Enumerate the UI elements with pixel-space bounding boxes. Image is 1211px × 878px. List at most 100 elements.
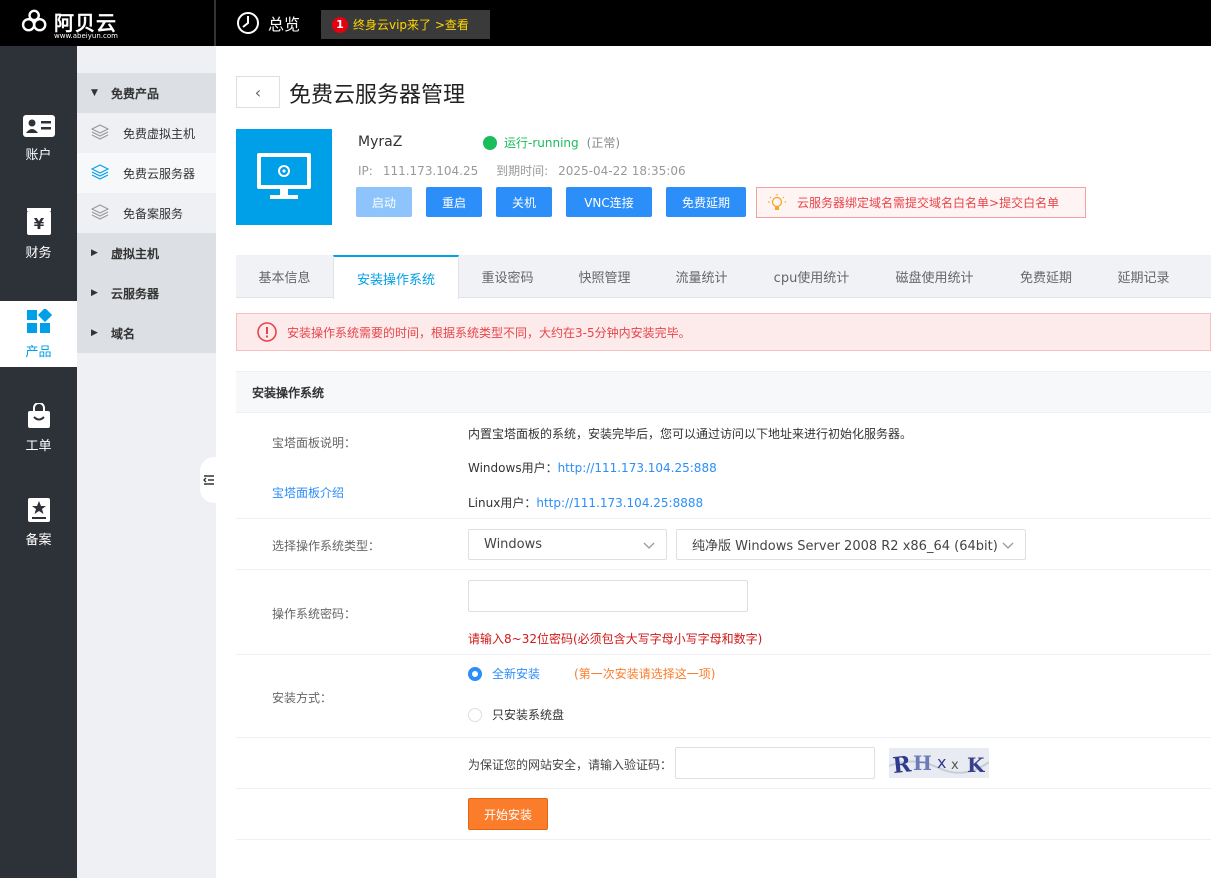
windows-url-line: Windows用户：http://111.173.104.25:888 [468, 459, 717, 476]
subnav-no-record-service[interactable]: 免备案服务 [77, 193, 216, 233]
dashboard-clock-icon [237, 12, 259, 34]
main-sidebar: 账户 ¥ 财务 产品 工单 备案 [0, 46, 77, 878]
start-install-button[interactable]: 开始安装 [468, 798, 548, 830]
promo-text: 终身云vip来了 >查看 [353, 18, 469, 32]
svg-text:x: x [937, 753, 946, 772]
subnav-cloud-server-label: 云服务器 [111, 286, 160, 301]
vip-promo-banner[interactable]: 1 终身云vip来了 >查看 [321, 10, 490, 39]
vnc-button[interactable]: VNC连接 [566, 187, 652, 217]
ip-label: IP: [358, 164, 373, 178]
windows-url-link[interactable]: http://111.173.104.25:888 [558, 461, 717, 475]
nav-finance[interactable]: ¥ 财务 [0, 201, 77, 267]
radio-system-disk-only[interactable]: 只安装系统盘 [468, 706, 564, 723]
product-grid-icon [26, 308, 52, 333]
subnav-free-products-label: 免费产品 [111, 86, 160, 101]
tab-disk-stats[interactable]: 磁盘使用统计 [873, 255, 996, 298]
brand-logo[interactable]: 阿贝云 www.abeiyun.com [20, 7, 130, 41]
svg-text:R: R [891, 751, 913, 778]
finance-yen-icon: ¥ [26, 207, 51, 235]
layers-icon [90, 203, 123, 223]
chevron-down-icon [1002, 542, 1014, 549]
full-install-note: (第一次安装请选择这一项) [574, 667, 716, 681]
nav-product-label: 产品 [25, 344, 52, 360]
server-info-line: IP: 111.173.104.25 到期时间: 2025-04-22 18:35:… [358, 162, 696, 179]
status-text: 运行-running [504, 136, 579, 150]
captcha-image[interactable]: R H x x K [888, 748, 990, 779]
subnav-free-cloud-server-label: 免费云服务器 [123, 166, 196, 181]
os-version-value: 纯净版 Windows Server 2008 R2 x86_64 (64bit… [692, 539, 997, 554]
tab-basic-info[interactable]: 基本信息 [236, 255, 333, 298]
tab-cpu-stats[interactable]: cpu使用统计 [750, 255, 873, 298]
subnav-vhost[interactable]: ▶ 虚拟主机 [77, 233, 216, 273]
ticket-bag-icon [27, 402, 50, 428]
tab-traffic-stats[interactable]: 流量统计 [653, 255, 750, 298]
radio-checked-icon [468, 666, 482, 681]
panel-info-row: 宝塔面板说明： 宝塔面板介绍 内置宝塔面板的系统，安装完毕后，您可以通过访问以下… [236, 413, 1211, 519]
lightbulb-icon [768, 193, 786, 210]
svg-text:H: H [913, 751, 932, 775]
os-password-input[interactable] [468, 580, 748, 612]
svg-text:¥: ¥ [33, 215, 44, 233]
nav-record[interactable]: 备案 [0, 489, 77, 555]
linux-url-link[interactable]: http://111.173.104.25:8888 [536, 496, 703, 510]
panel-intro-link[interactable]: 宝塔面板介绍 [272, 484, 344, 501]
os-type-label: 选择操作系统类型： [272, 539, 381, 553]
password-hint: 请输入8~32位密码(必须包含大写字母小写字母和数字) [468, 632, 763, 646]
nav-account-label: 账户 [25, 147, 52, 163]
windows-user-label: Windows用户： [468, 461, 558, 475]
tab-snapshots[interactable]: 快照管理 [556, 255, 653, 298]
overview-link[interactable]: 总览 [236, 10, 300, 36]
captcha-input[interactable] [675, 747, 875, 779]
expire-value: 2025-04-22 18:35:06 [558, 164, 686, 178]
subnav-free-cloud-server[interactable]: 免费云服务器 [77, 153, 216, 193]
caret-right-icon: ▶ [91, 288, 98, 298]
subnav-cloud-server[interactable]: ▶ 云服务器 [77, 273, 216, 313]
status-note: (正常) [586, 136, 621, 150]
nav-account[interactable]: 账户 [0, 105, 77, 171]
tab-extend-records[interactable]: 延期记录 [1096, 255, 1191, 298]
layers-icon [90, 123, 123, 143]
nav-product[interactable]: 产品 [0, 301, 77, 367]
free-extend-button[interactable]: 免费延期 [666, 187, 746, 217]
promo-count-badge: 1 [332, 16, 348, 33]
subnav-free-vhost[interactable]: 免费虚拟主机 [77, 113, 216, 153]
install-time-alert: 安装操作系统需要的时间，根据系统类型不同，大约在3-5分钟内安装完毕。 [236, 313, 1211, 351]
radio-full-install[interactable]: 全新安装 (第一次安装请选择这一项) [468, 665, 715, 682]
collapse-icon [203, 475, 214, 485]
linux-user-label: Linux用户： [468, 496, 537, 510]
caret-right-icon: ▶ [91, 248, 98, 258]
server-status: 运行-running (正常) [483, 134, 620, 151]
back-button[interactable]: ‹ [236, 76, 280, 108]
os-version-select[interactable]: 纯净版 Windows Server 2008 R2 x86_64 (64bit… [676, 529, 1026, 560]
tab-free-extend[interactable]: 免费延期 [996, 255, 1096, 298]
restart-button[interactable]: 重启 [426, 187, 482, 217]
alert-text: 安装操作系统需要的时间，根据系统类型不同，大约在3-5分钟内安装完毕。 [287, 325, 691, 340]
server-monitor-icon [236, 129, 332, 225]
os-type-select[interactable]: Windows [468, 529, 667, 560]
subnav-free-vhost-label: 免费虚拟主机 [123, 126, 196, 141]
os-password-row: 操作系统密码： 请输入8~32位密码(必须包含大写字母小写字母和数字) [236, 570, 1211, 655]
top-bar: 阿贝云 www.abeiyun.com 总览 1 终身云vip来了 >查看 [0, 0, 1211, 46]
account-card-icon [22, 114, 55, 137]
install-mode-row: 安装方式： 全新安装 (第一次安装请选择这一项) 只安装系统盘 [236, 655, 1211, 738]
subnav-no-record-service-label: 免备案服务 [123, 206, 184, 221]
caret-down-icon: ▼ [91, 88, 98, 98]
full-install-label: 全新安装 [492, 667, 541, 681]
collapse-sidebar-handle[interactable] [200, 457, 216, 503]
linux-url-line: Linux用户：http://111.173.104.25:8888 [468, 494, 703, 511]
server-actions: 启动 重启 关机 VNC连接 免费延期 [356, 187, 760, 217]
nav-ticket[interactable]: 工单 [0, 395, 77, 461]
submit-whitelist-link[interactable]: >提交白名单 [989, 194, 1059, 211]
os-type-value: Windows [484, 537, 543, 552]
shutdown-button[interactable]: 关机 [496, 187, 552, 217]
start-button[interactable]: 启动 [356, 187, 412, 217]
tab-reset-password[interactable]: 重设密码 [459, 255, 556, 298]
ip-value: 111.173.104.25 [382, 164, 479, 178]
captcha-row: 为保证您的网站安全，请输入验证码： [236, 738, 1211, 789]
subnav-vhost-label: 虚拟主机 [111, 246, 160, 261]
nav-record-label: 备案 [25, 532, 52, 548]
subnav-domain[interactable]: ▶ 域名 [77, 313, 216, 353]
nav-ticket-label: 工单 [25, 438, 52, 454]
subnav-free-products[interactable]: ▼ 免费产品 [77, 73, 216, 113]
tab-install-os[interactable]: 安装操作系统 [333, 255, 459, 299]
